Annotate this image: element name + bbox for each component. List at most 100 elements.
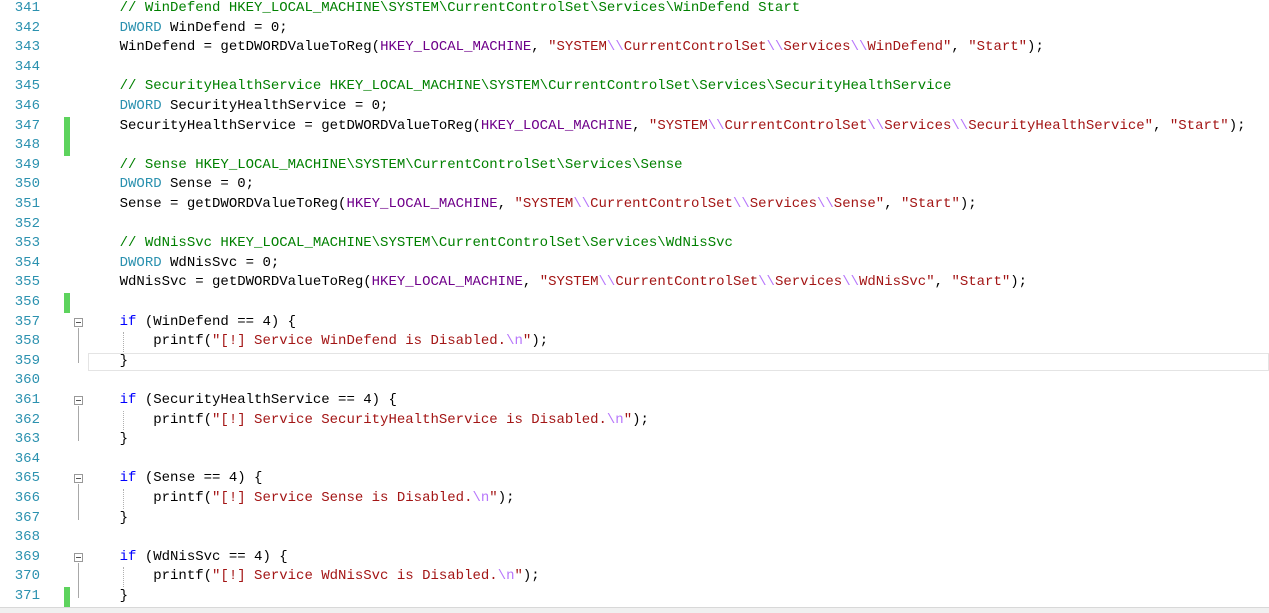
code-text: if (Sense == 4) { xyxy=(86,469,263,489)
code-token: "Start" xyxy=(901,196,960,212)
code-line[interactable]: 348 xyxy=(0,136,1269,156)
line-number: 341 xyxy=(14,0,40,16)
code-token: "[!] Service WdNisSvc is Disabled. xyxy=(212,568,498,585)
change-marker xyxy=(64,116,70,137)
code-token: \\ xyxy=(573,196,591,212)
code-text: if (SecurityHealthService == 4) { xyxy=(86,391,397,411)
change-marker xyxy=(64,587,70,607)
code-line[interactable]: 356 xyxy=(0,293,1269,313)
line-number: 351 xyxy=(14,196,40,212)
code-token: } xyxy=(86,352,129,369)
code-line[interactable]: 360 xyxy=(0,371,1269,391)
code-token: } xyxy=(86,431,129,448)
code-line[interactable]: 369 if (WdNisSvc == 4) { xyxy=(0,548,1269,568)
code-token: printf( xyxy=(86,411,213,428)
line-number: 355 xyxy=(14,274,40,291)
line-number: 353 xyxy=(14,235,40,252)
code-token: \\ xyxy=(606,39,624,56)
code-line[interactable]: 347 SecurityHealthService = getDWORDValu… xyxy=(0,116,1269,137)
code-line[interactable]: 367 } xyxy=(0,509,1269,529)
collapse-minus-icon[interactable] xyxy=(74,317,83,327)
collapse-minus-icon[interactable] xyxy=(74,396,83,405)
collapse-minus-icon[interactable] xyxy=(74,474,83,484)
code-line[interactable]: 353 // WdNisSvc HKEY_LOCAL_MACHINE\SYSTE… xyxy=(0,234,1269,254)
current-line-highlight xyxy=(88,352,1269,371)
code-line[interactable]: 366 printf("[!] Service Sense is Disable… xyxy=(0,489,1269,509)
line-number: 342 xyxy=(14,19,40,36)
line-number: 367 xyxy=(14,509,40,526)
line-number: 368 xyxy=(14,529,40,546)
line-number: 345 xyxy=(14,78,40,95)
code-text: if (WinDefend == 4) { xyxy=(86,313,296,333)
line-number: 365 xyxy=(14,470,40,487)
code-line[interactable]: 358 printf("[!] Service WinDefend is Dis… xyxy=(0,332,1269,352)
code-token: WinDefend" xyxy=(867,39,952,56)
code-token: (Sense == 4) { xyxy=(136,470,263,487)
code-token: SecurityHealthService = getDWORDValueToR… xyxy=(86,117,481,134)
code-text: printf("[!] Service WinDefend is Disable… xyxy=(86,332,548,352)
code-line[interactable]: 342 DWORD WinDefend = 0; xyxy=(0,19,1269,39)
code-token: , xyxy=(522,274,540,291)
code-token: WdNisSvc = getDWORDValueToReg( xyxy=(86,274,372,291)
code-token: } xyxy=(86,588,129,604)
code-line[interactable]: 368 xyxy=(0,528,1269,548)
code-text: DWORD WdNisSvc = 0; xyxy=(86,254,280,274)
collapse-minus-icon[interactable] xyxy=(74,552,83,562)
code-token: \\ xyxy=(850,39,868,56)
line-number: 357 xyxy=(14,313,40,330)
line-number: 347 xyxy=(14,117,40,134)
code-token: , xyxy=(531,39,549,56)
code-line[interactable]: 351 Sense = getDWORDValueToReg(HKEY_LOCA… xyxy=(0,195,1269,215)
code-token: Services xyxy=(783,39,851,56)
code-token: " xyxy=(514,568,523,585)
code-token: \\ xyxy=(951,117,969,134)
code-token: CurrentControlSet xyxy=(623,39,767,56)
code-token: ); xyxy=(531,333,549,350)
line-number: 354 xyxy=(14,254,40,271)
code-text: SecurityHealthService = getDWORDValueToR… xyxy=(86,117,1246,137)
code-line[interactable]: 343 WinDefend = getDWORDValueToReg(HKEY_… xyxy=(0,38,1269,58)
line-number: 363 xyxy=(14,431,40,448)
code-token: " xyxy=(489,490,498,506)
code-line[interactable]: 371 } xyxy=(0,587,1269,607)
code-line[interactable]: 357 if (WinDefend == 4) { xyxy=(0,313,1269,333)
code-line[interactable]: 361 if (SecurityHealthService == 4) { xyxy=(0,391,1269,411)
code-line[interactable]: 355 WdNisSvc = getDWORDValueToReg(HKEY_L… xyxy=(0,273,1269,293)
line-number: 349 xyxy=(14,156,40,173)
code-token: // SecurityHealthService HKEY_LOCAL_MACH… xyxy=(119,78,952,95)
code-line[interactable]: 363 } xyxy=(0,430,1269,450)
code-token: WdNisSvc" xyxy=(859,274,935,291)
code-line[interactable]: 349 // Sense HKEY_LOCAL_MACHINE\SYSTEM\C… xyxy=(0,156,1269,176)
code-line[interactable]: 341 // WinDefend HKEY_LOCAL_MACHINE\SYST… xyxy=(0,0,1269,19)
code-line[interactable]: 365 if (Sense == 4) { xyxy=(0,469,1269,489)
code-line[interactable]: 346 DWORD SecurityHealthService = 0; xyxy=(0,97,1269,117)
code-text: DWORD WinDefend = 0; xyxy=(86,19,288,39)
code-token: \\ xyxy=(758,274,775,291)
line-number: 359 xyxy=(14,352,40,369)
code-line[interactable]: 345 // SecurityHealthService HKEY_LOCAL_… xyxy=(0,77,1269,97)
code-token: // WdNisSvc HKEY_LOCAL_MACHINE\SYSTEM\Cu… xyxy=(119,235,733,252)
code-token: (WinDefend == 4) { xyxy=(136,313,297,330)
code-line[interactable]: 354 DWORD WdNisSvc = 0; xyxy=(0,254,1269,274)
code-text: } xyxy=(86,587,128,607)
fold-guide-line xyxy=(78,327,79,363)
code-token: ); xyxy=(522,568,540,585)
code-line[interactable]: 344 xyxy=(0,58,1269,78)
code-token: HKEY_LOCAL_MACHINE xyxy=(480,117,633,134)
code-editor[interactable]: 341 // WinDefend HKEY_LOCAL_MACHINE\SYST… xyxy=(0,0,1269,612)
code-line[interactable]: 362 printf("[!] Service SecurityHealthSe… xyxy=(0,410,1269,431)
code-line[interactable]: 370 printf("[!] Service WdNisSvc is Disa… xyxy=(0,567,1269,587)
code-line[interactable]: 364 xyxy=(0,450,1269,470)
code-line[interactable]: 359 } xyxy=(0,351,1269,372)
change-marker xyxy=(64,293,70,313)
code-line[interactable]: 350 DWORD Sense = 0; xyxy=(0,175,1269,195)
code-line[interactable]: 352 xyxy=(0,215,1269,235)
code-text: printf("[!] Service SecurityHealthServic… xyxy=(86,411,649,431)
code-text: printf("[!] Service Sense is Disabled.\n… xyxy=(86,489,514,509)
code-token: \n xyxy=(506,333,523,350)
